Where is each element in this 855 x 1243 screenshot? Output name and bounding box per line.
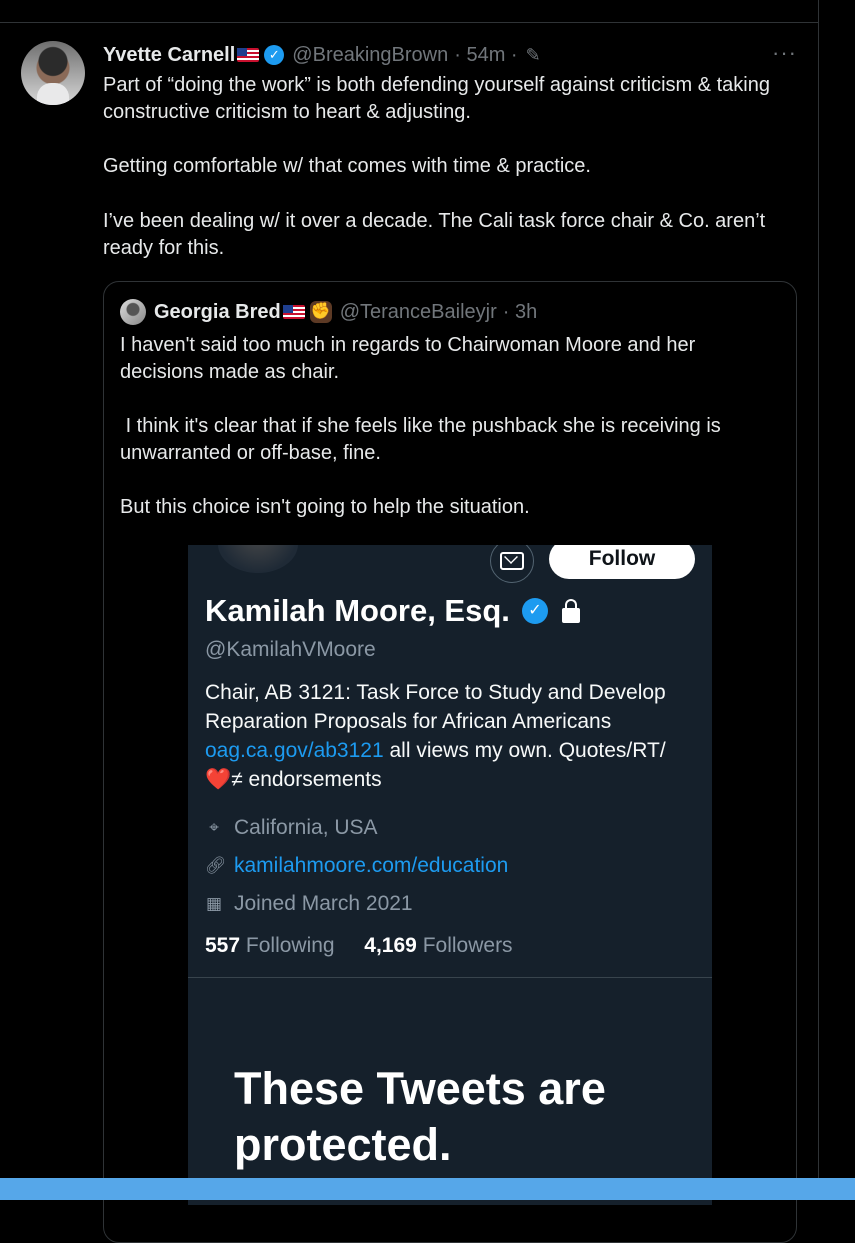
profile-website: 🔗︎ kamilahmoore.com/education xyxy=(205,852,508,880)
message-button xyxy=(490,545,534,583)
profile-location: ⌖ California, USA xyxy=(205,814,378,842)
heart-emoji: ❤️ xyxy=(205,768,232,791)
profile-counts: 557 Following 4,169 Followers xyxy=(205,934,513,958)
following-count: 557 xyxy=(205,934,241,957)
followers-count: 4,169 xyxy=(364,934,417,957)
lock-icon xyxy=(561,598,580,623)
quote-paragraph-1: I haven't said too much in regards to Ch… xyxy=(120,334,696,383)
quote-header: Georgia Bred ✊ @TeranceBaileyjr · 3h xyxy=(120,298,537,326)
edited-pencil-icon[interactable]: ✎ xyxy=(526,45,541,66)
tweet-paragraph-2: Getting comfortable w/ that comes with t… xyxy=(103,155,591,177)
bio-text-3: ≠ endorsements xyxy=(231,768,382,791)
following-label: Following xyxy=(245,934,335,957)
quote-paragraph-3: But this choice isn't going to help the … xyxy=(120,496,530,518)
location-text: California, USA xyxy=(234,816,378,839)
tweet-paragraph-3: I’ve been dealing w/ it over a decade. T… xyxy=(103,210,766,259)
tweet-header: Yvette Carnell ✓ @BreakingBrown · 54m · … xyxy=(103,41,541,69)
quote-author-avatar[interactable] xyxy=(120,299,146,325)
protected-notice: These Tweets are protected. xyxy=(234,1063,606,1170)
quote-author-name[interactable]: Georgia Bred xyxy=(154,301,281,324)
bottom-scrollbar[interactable] xyxy=(0,1178,855,1200)
website-link: kamilahmoore.com/education xyxy=(234,854,509,877)
author-handle[interactable]: @BreakingBrown xyxy=(292,44,448,67)
more-options-icon[interactable]: ··· xyxy=(772,40,797,66)
bio-text: Chair, AB 3121: Task Force to Study and … xyxy=(205,681,666,733)
author-name[interactable]: Yvette Carnell xyxy=(103,44,235,67)
verified-badge-icon[interactable]: ✓ xyxy=(264,45,285,65)
followers-label: Followers xyxy=(422,934,513,957)
us-flag-icon xyxy=(282,305,305,319)
raised-fist-icon: ✊ xyxy=(309,301,332,323)
profile-bio: Chair, AB 3121: Task Force to Study and … xyxy=(205,678,705,794)
bio-text-2: all views my own. Quotes/RT/ xyxy=(383,739,666,762)
profile-name: Kamilah Moore, Esq. ✓ xyxy=(205,593,580,629)
profile-divider xyxy=(188,977,712,978)
quote-paragraph-2: I think it's clear that if she feels lik… xyxy=(120,415,727,464)
quote-author-handle[interactable]: @TeranceBaileyjr xyxy=(340,301,497,324)
follow-button: Follow xyxy=(549,545,695,579)
profile-avatar xyxy=(218,545,298,573)
profile-joined: ▦ Joined March 2021 xyxy=(205,890,413,918)
bio-link: oag.ca.gov/ab3121 xyxy=(205,739,384,762)
tweet-paragraph-1: Part of “doing the work” is both defendi… xyxy=(103,74,770,123)
location-pin-icon: ⌖ xyxy=(209,818,219,837)
author-avatar[interactable] xyxy=(21,41,85,105)
joined-text: Joined March 2021 xyxy=(234,892,413,915)
us-flag-icon xyxy=(237,48,260,62)
top-divider xyxy=(0,0,818,23)
tweet-time[interactable]: · 54m · xyxy=(454,44,517,67)
profile-name-text: Kamilah Moore, Esq. xyxy=(205,593,510,628)
quoted-tweet[interactable]: Georgia Bred ✊ @TeranceBaileyjr · 3h I h… xyxy=(103,281,797,1243)
profile-handle: @KamilahVMoore xyxy=(205,638,376,661)
envelope-icon xyxy=(500,552,524,570)
column-border xyxy=(818,0,819,1200)
quote-time[interactable]: · 3h xyxy=(503,301,537,324)
profile-screenshot-image[interactable]: Follow Kamilah Moore, Esq. ✓ @KamilahVMo… xyxy=(188,545,712,1205)
verified-badge-icon: ✓ xyxy=(521,598,548,624)
calendar-icon: ▦ xyxy=(205,894,223,913)
link-icon: 🔗︎ xyxy=(205,856,227,875)
